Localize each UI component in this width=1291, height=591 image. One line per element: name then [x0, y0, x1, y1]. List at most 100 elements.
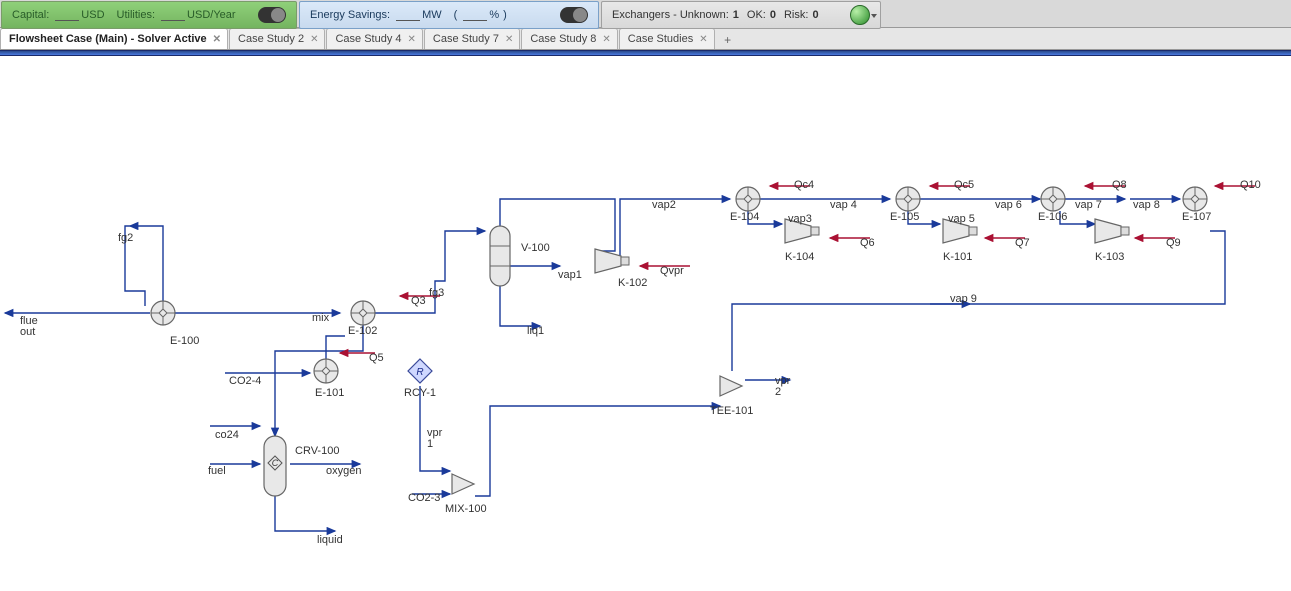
svg-text:vap2: vap2	[652, 199, 676, 211]
economics-toggle[interactable]	[258, 7, 286, 23]
svg-text:liquid: liquid	[317, 534, 343, 546]
unit-mix100[interactable]	[452, 474, 474, 494]
exchangers-pill[interactable]: Exchangers - Unknown: 1 OK: 0 Risk: 0	[601, 1, 881, 29]
label-e104: E-104	[730, 211, 759, 223]
unit-crv100[interactable]	[264, 436, 286, 496]
unit-v100[interactable]	[490, 226, 510, 286]
tab-case-study-4[interactable]: Case Study 4 ✕	[326, 28, 422, 49]
svg-text:fg2: fg2	[118, 232, 133, 244]
svg-text:vap1: vap1	[558, 269, 582, 281]
svg-text:MIX-100: MIX-100	[445, 503, 487, 515]
svg-text:Qvpr: Qvpr	[660, 265, 684, 277]
unit-e107[interactable]	[1183, 187, 1207, 211]
risk-val: 0	[812, 9, 818, 21]
energy-mw-unit: MW	[422, 9, 442, 21]
utilities-label: Utilities:	[117, 9, 156, 21]
svg-text:fuel: fuel	[208, 465, 226, 477]
capital-label: Capital:	[12, 9, 49, 21]
svg-text:TEE-101: TEE-101	[710, 405, 753, 417]
tab-case-study-8[interactable]: Case Study 8 ✕	[521, 28, 617, 49]
svg-text:Q7: Q7	[1015, 237, 1030, 249]
svg-text:vap 7: vap 7	[1075, 199, 1102, 211]
svg-text:V-100: V-100	[521, 242, 550, 254]
unit-tee101[interactable]	[720, 376, 742, 396]
svg-text:Q3: Q3	[411, 295, 426, 307]
close-icon[interactable]: ✕	[310, 34, 318, 45]
label-e102: E-102	[348, 325, 377, 337]
utilities-unit: USD/Year	[187, 9, 236, 21]
flowsheet-canvas[interactable]: C R	[0, 56, 1291, 591]
energy-toggle[interactable]	[560, 7, 588, 23]
tab-case-study-2[interactable]: Case Study 2 ✕	[229, 28, 325, 49]
svg-text:vap 6: vap 6	[995, 199, 1022, 211]
energy-pill[interactable]: Energy Savings: MW ( % )	[299, 1, 599, 29]
svg-text:CO2-4: CO2-4	[229, 375, 261, 387]
add-tab-button[interactable]: +	[720, 33, 736, 49]
close-icon[interactable]: ✕	[505, 34, 513, 45]
unit-e106[interactable]	[1041, 187, 1065, 211]
ok-label: OK:	[747, 9, 766, 21]
unit-e101[interactable]	[314, 359, 338, 383]
unit-e104[interactable]	[736, 187, 760, 211]
economics-pill[interactable]: Capital: USD Utilities: USD/Year	[1, 1, 297, 29]
risk-label: Risk:	[784, 9, 808, 21]
svg-text:vpr1: vpr1	[427, 427, 443, 450]
energy-mw-value	[396, 9, 420, 21]
svg-text:oxygen: oxygen	[326, 465, 361, 477]
svg-text:mix: mix	[312, 312, 330, 324]
svg-text:Q8: Q8	[1112, 179, 1127, 191]
svg-text:vap 5: vap 5	[948, 213, 975, 225]
svg-text:Qc5: Qc5	[954, 179, 974, 191]
refresh-icon[interactable]	[850, 5, 870, 25]
utilities-value	[161, 9, 185, 21]
label-e101: E-101	[315, 387, 344, 399]
energy-label: Energy Savings:	[310, 9, 390, 21]
svg-text:E-106: E-106	[1038, 211, 1067, 223]
energy-pct-unit: %	[489, 9, 499, 21]
tab-case-studies[interactable]: Case Studies ✕	[619, 28, 715, 49]
tab-case-study-7[interactable]: Case Study 7 ✕	[424, 28, 520, 49]
svg-text:Q10: Q10	[1240, 179, 1261, 191]
capital-unit: USD	[81, 9, 104, 21]
unit-e102[interactable]	[351, 301, 375, 325]
svg-text:K-101: K-101	[943, 251, 972, 263]
svg-text:K-103: K-103	[1095, 251, 1124, 263]
unit-k102[interactable]	[595, 249, 629, 273]
label-e105: E-105	[890, 211, 919, 223]
svg-text:CO2-3: CO2-3	[408, 492, 440, 504]
svg-text:fg3: fg3	[429, 287, 444, 299]
svg-text:Qc4: Qc4	[794, 179, 814, 191]
flowsheet-svg: C R	[0, 56, 1291, 591]
unit-e100[interactable]	[151, 301, 175, 325]
close-icon[interactable]: ✕	[699, 34, 707, 45]
capital-value	[55, 9, 79, 21]
tab-bar: Flowsheet Case (Main) - Solver Active ✕ …	[0, 28, 1291, 50]
close-icon[interactable]: ✕	[408, 34, 416, 45]
tab-label: Case Studies	[628, 33, 693, 45]
svg-text:RCY-1: RCY-1	[404, 387, 436, 399]
unit-rcy1[interactable]	[408, 359, 432, 383]
svg-text:K-102: K-102	[618, 277, 647, 289]
tab-label: Case Study 7	[433, 33, 499, 45]
svg-text:CRV-100: CRV-100	[295, 445, 339, 457]
svg-text:vpr2: vpr2	[775, 375, 791, 398]
svg-text:co24: co24	[215, 429, 239, 441]
tab-label: Case Study 8	[530, 33, 596, 45]
svg-text:Q9: Q9	[1166, 237, 1181, 249]
unit-e105[interactable]	[896, 187, 920, 211]
tab-flowsheet-main[interactable]: Flowsheet Case (Main) - Solver Active ✕	[0, 28, 228, 49]
tab-label: Flowsheet Case (Main) - Solver Active	[9, 33, 207, 45]
svg-text:vap 8: vap 8	[1133, 199, 1160, 211]
svg-text:Q6: Q6	[860, 237, 875, 249]
unit-k103[interactable]	[1095, 219, 1129, 243]
label-e100: E-100	[170, 335, 199, 347]
energy-pct-value	[463, 9, 487, 21]
svg-text:K-104: K-104	[785, 251, 814, 263]
close-icon[interactable]: ✕	[602, 34, 610, 45]
close-icon[interactable]: ✕	[213, 34, 221, 45]
status-bar: Capital: USD Utilities: USD/Year Energy …	[0, 0, 1291, 28]
exch-label: Exchangers - Unknown:	[612, 9, 729, 21]
tab-label: Case Study 2	[238, 33, 304, 45]
exch-val: 1	[733, 9, 739, 21]
svg-text:vap3: vap3	[788, 213, 812, 225]
